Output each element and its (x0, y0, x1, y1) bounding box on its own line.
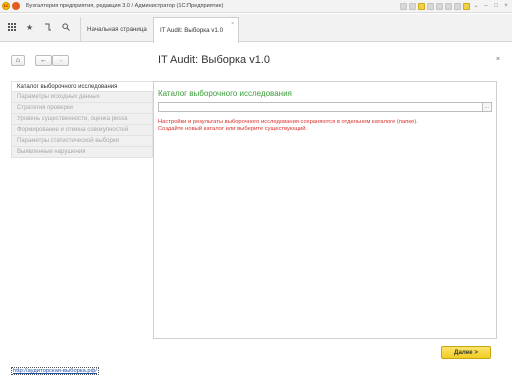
home-button[interactable]: ⌂ (11, 55, 25, 66)
history-icon[interactable] (44, 23, 52, 34)
back-arrow-icon: ← (40, 57, 47, 64)
hint-line-2: Создайте новый каталог или выберите суще… (158, 126, 308, 132)
close-window-icon[interactable]: × (502, 2, 510, 10)
app-menu-icon[interactable] (12, 2, 20, 10)
link-icon[interactable] (427, 2, 434, 10)
search-icon[interactable] (62, 23, 70, 34)
form-header: ⌂ ← → IT Audit: Выборка v1.0 × (0, 43, 512, 77)
notify-icon[interactable] (454, 2, 461, 10)
section-title: Каталог выборочного исследования (158, 89, 292, 98)
tab-home-label: Начальная страница (87, 26, 147, 33)
form-close-icon[interactable]: × (496, 56, 500, 63)
nav-item-materiality[interactable]: Уровень существенности, оценка риска (11, 114, 153, 125)
nav-item-catalog[interactable]: Каталог выборочного исследования (11, 81, 153, 92)
back-button[interactable]: ← (35, 55, 52, 66)
main-panel: Каталог выборочного исследования ... Нас… (153, 81, 497, 339)
tab-it-audit[interactable]: IT Audit: Выборка v1.0 × (153, 17, 239, 43)
tab-strip: ★ Начальная страница IT Audit: Выборка v… (0, 14, 512, 43)
nav-item-populations[interactable]: Формирование и отмена совокупностей (11, 125, 153, 136)
tab-home[interactable]: Начальная страница (80, 17, 152, 42)
forward-button[interactable]: → (52, 55, 69, 66)
page-title: IT Audit: Выборка v1.0 (158, 54, 271, 66)
star-icon[interactable]: ★ (26, 23, 33, 33)
website-link[interactable]: http://аудиторская-выборка.рф/ (11, 367, 99, 375)
calendar-icon[interactable] (445, 2, 452, 10)
minimize-icon[interactable]: – (482, 2, 490, 10)
save-icon[interactable] (400, 2, 407, 10)
apps-grid-icon[interactable] (8, 23, 16, 34)
window-titlebar: 1С Бухгалтерия предприятия, редакция 3.0… (0, 0, 512, 13)
tab-close-icon[interactable]: × (231, 21, 234, 27)
1c-logo-icon: 1С (2, 2, 10, 10)
hint-line-1: Настройки и результаты выборочного иссле… (158, 119, 418, 125)
hint-text: Настройки и результаты выборочного иссле… (158, 119, 488, 133)
window-title: Бухгалтерия предприятия, редакция 3.0 / … (26, 3, 224, 9)
forward-arrow-icon: → (57, 57, 64, 64)
chevron-down-icon[interactable]: ⌄ (472, 2, 480, 10)
print-icon[interactable] (409, 2, 416, 10)
section-nav: Каталог выборочного исследования Парамет… (11, 81, 153, 158)
nav-item-sampling-params[interactable]: Параметры статистической выборки (11, 136, 153, 147)
nav-item-violations[interactable]: Выявленные нарушения (11, 147, 153, 158)
info-icon[interactable] (463, 2, 470, 10)
maximize-icon[interactable]: □ (492, 2, 500, 10)
home-icon: ⌂ (15, 57, 21, 64)
choose-folder-button[interactable]: ... (483, 102, 492, 112)
calc-icon[interactable] (436, 2, 443, 10)
next-button[interactable]: Далее > (441, 346, 491, 359)
favorites-icon[interactable] (418, 2, 425, 10)
nav-item-strategy[interactable]: Стратегия проверки (11, 103, 153, 114)
catalog-path-input[interactable] (158, 102, 483, 112)
nav-item-source-params[interactable]: Параметры исходных данных (11, 92, 153, 103)
tab-it-audit-label: IT Audit: Выборка v1.0 (160, 27, 224, 34)
titlebar-tools: ⌄ – □ × (400, 2, 510, 10)
